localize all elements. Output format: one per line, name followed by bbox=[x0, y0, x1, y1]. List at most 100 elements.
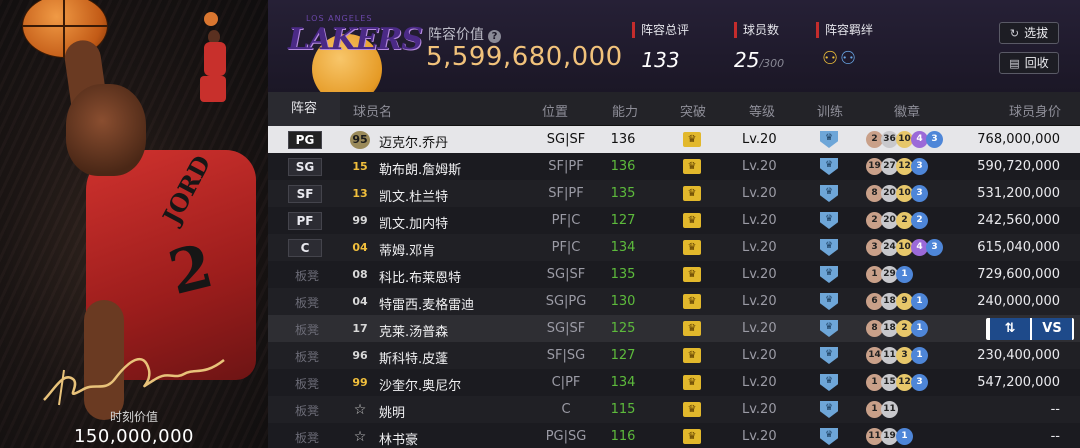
training-shield-icon[interactable]: ♛ bbox=[820, 212, 838, 229]
player-price: 240,000,000 bbox=[977, 294, 1060, 309]
compare-widget[interactable]: ⇅ VS bbox=[986, 318, 1074, 340]
player-name[interactable]: 凯文.加内特 bbox=[379, 213, 448, 232]
table-row[interactable]: SG 15 勒布朗.詹姆斯 SF|PF 136 ♛ Lv.20 ♛ 19 27 12 3 590,720… bbox=[268, 153, 1080, 180]
badge-group[interactable]: 6 18 9 1 bbox=[866, 293, 928, 311]
table-row[interactable]: 板凳 96 斯科特.皮蓬 SF|SG 127 ♛ Lv.20 ♛ 14 11 3 1 230,400,0… bbox=[268, 342, 1080, 369]
bench-slot-label: 板凳 bbox=[295, 404, 320, 418]
badge-count: 11 bbox=[881, 401, 898, 418]
player-price: 729,600,000 bbox=[977, 267, 1060, 282]
overall-stat: 阵容总评 133 bbox=[632, 22, 689, 72]
overall-label: 阵容总评 bbox=[632, 22, 689, 38]
breakthrough-crown-icon[interactable]: ♛ bbox=[683, 348, 701, 363]
legend-card[interactable]: JORD 2 时刻价值 150,000,000 bbox=[0, 0, 268, 448]
badge-group[interactable]: 19 27 12 3 bbox=[866, 158, 928, 176]
badge-group[interactable]: 11 19 1 bbox=[866, 428, 913, 446]
swap-icon[interactable]: ⇅ bbox=[990, 318, 1030, 340]
mini-player-figure bbox=[196, 12, 232, 108]
player-ability: 130 bbox=[610, 294, 636, 309]
training-shield-icon[interactable]: ♛ bbox=[820, 158, 838, 175]
player-name[interactable]: 林书豪 bbox=[379, 429, 418, 448]
training-shield-icon[interactable]: ♛ bbox=[820, 428, 838, 445]
col-lineup[interactable]: 阵容 bbox=[268, 92, 340, 126]
recycle-icon: ▤ bbox=[1009, 57, 1020, 70]
training-shield-icon[interactable]: ♛ bbox=[820, 401, 838, 418]
table-row[interactable]: SF 13 凯文.杜兰特 SF|PF 135 ♛ Lv.20 ♛ 8 20 10 3 531,200,0… bbox=[268, 180, 1080, 207]
badge-group[interactable]: 2 36 10 4 3 bbox=[866, 131, 943, 149]
table-row[interactable]: 板凳 99 沙奎尔.奥尼尔 C|PF 134 ♛ Lv.20 ♛ 1 15 12 3 547,200,0… bbox=[268, 369, 1080, 396]
table-row[interactable]: 板凳 ☆ 姚明 C 115 ♛ Lv.20 ♛ 1 11 -- bbox=[268, 396, 1080, 423]
table-row[interactable]: 板凳 08 科比.布莱恩特 SG|SF 135 ♛ Lv.20 ♛ 1 29 1 729,600,00… bbox=[268, 261, 1080, 288]
table-row[interactable]: PG 95 迈克尔.乔丹 SG|SF 136 ♛ Lv.20 ♛ 2 36 10 4 3 768,000,… bbox=[268, 126, 1080, 153]
breakthrough-crown-icon[interactable]: ♛ bbox=[683, 375, 701, 390]
breakthrough-crown-icon[interactable]: ♛ bbox=[683, 402, 701, 417]
select-button-label: 选拔 bbox=[1024, 26, 1049, 40]
team-logo: LOS ANGELES LAKERS bbox=[288, 12, 423, 104]
col-breakthrough[interactable]: 突破 bbox=[680, 101, 706, 120]
breakthrough-crown-icon[interactable]: ♛ bbox=[683, 429, 701, 444]
player-name[interactable]: 科比.布莱恩特 bbox=[379, 267, 461, 286]
table-row[interactable]: 板凳 17 克莱.汤普森 SG|SF 125 ♛ Lv.20 ♛ 8 18 2 1 ⇅ VS bbox=[268, 315, 1080, 342]
player-name[interactable]: 沙奎尔.奥尼尔 bbox=[379, 375, 461, 394]
player-name[interactable]: 蒂姆.邓肯 bbox=[379, 240, 435, 259]
badge-group[interactable]: 8 18 2 1 bbox=[866, 320, 928, 338]
player-price: 768,000,000 bbox=[977, 132, 1060, 147]
breakthrough-crown-icon[interactable]: ♛ bbox=[683, 186, 701, 201]
training-shield-icon[interactable]: ♛ bbox=[820, 131, 838, 148]
bond-blue-icon[interactable]: ⚇ bbox=[840, 48, 858, 69]
col-player-name[interactable]: 球员名 bbox=[353, 101, 392, 120]
table-row[interactable]: 板凳 ☆ 林书豪 PG|SG 116 ♛ Lv.20 ♛ 11 19 1 -- bbox=[268, 423, 1080, 448]
col-position[interactable]: 位置 bbox=[542, 101, 568, 120]
player-name[interactable]: 姚明 bbox=[379, 402, 405, 421]
badge-group[interactable]: 8 20 10 3 bbox=[866, 185, 928, 203]
table-row[interactable]: 板凳 04 特雷西.麦格雷迪 SG|PG 130 ♛ Lv.20 ♛ 6 18 9 1 240,000,… bbox=[268, 288, 1080, 315]
badge-group[interactable]: 1 11 bbox=[866, 401, 898, 419]
breakthrough-crown-icon[interactable]: ♛ bbox=[683, 267, 701, 282]
players-label: 球员数 bbox=[734, 22, 784, 38]
breakthrough-crown-icon[interactable]: ♛ bbox=[683, 132, 701, 147]
badge-group[interactable]: 14 11 3 1 bbox=[866, 347, 928, 365]
training-shield-icon[interactable]: ♛ bbox=[820, 185, 838, 202]
badge-group[interactable]: 2 20 2 2 bbox=[866, 212, 928, 230]
player-name[interactable]: 凯文.杜兰特 bbox=[379, 186, 448, 205]
player-name[interactable]: 斯科特.皮蓬 bbox=[379, 348, 448, 367]
roster-table: 阵容 球员名 位置 能力 突破 等级 训练 徽章 球员身价 PG 95 迈克尔.乔丹… bbox=[268, 92, 1080, 448]
badge-group[interactable]: 1 29 1 bbox=[866, 266, 913, 284]
badge-group[interactable]: 3 24 10 4 3 bbox=[866, 239, 943, 257]
breakthrough-crown-icon[interactable]: ♛ bbox=[683, 159, 701, 174]
player-name[interactable]: 迈克尔.乔丹 bbox=[379, 132, 448, 151]
breakthrough-crown-icon[interactable]: ♛ bbox=[683, 213, 701, 228]
breakthrough-crown-icon[interactable]: ♛ bbox=[683, 294, 701, 309]
player-position: SF|PF bbox=[548, 186, 584, 201]
training-shield-icon[interactable]: ♛ bbox=[820, 374, 838, 391]
recycle-button[interactable]: ▤ 回收 bbox=[999, 52, 1059, 74]
col-training[interactable]: 训练 bbox=[817, 101, 843, 120]
badge-group[interactable]: 1 15 12 3 bbox=[866, 374, 928, 392]
player-name[interactable]: 勒布朗.詹姆斯 bbox=[379, 159, 461, 178]
table-row[interactable]: C 04 蒂姆.邓肯 PF|C 134 ♛ Lv.20 ♛ 3 24 10 4 3 615,040,000 bbox=[268, 234, 1080, 261]
training-shield-icon[interactable]: ♛ bbox=[820, 347, 838, 364]
vs-button[interactable]: VS bbox=[1032, 318, 1072, 340]
training-shield-icon[interactable]: ♛ bbox=[820, 293, 838, 310]
players-max: /300 bbox=[759, 57, 785, 70]
col-price[interactable]: 球员身价 bbox=[1009, 101, 1061, 120]
breakthrough-crown-icon[interactable]: ♛ bbox=[683, 321, 701, 336]
training-shield-icon[interactable]: ♛ bbox=[820, 266, 838, 283]
player-position: PF|C bbox=[551, 213, 581, 228]
select-button[interactable]: ↻ 选拔 bbox=[999, 22, 1059, 44]
player-name[interactable]: 特雷西.麦格雷迪 bbox=[379, 294, 474, 313]
breakthrough-crown-icon[interactable]: ♛ bbox=[683, 240, 701, 255]
col-badges[interactable]: 徽章 bbox=[894, 101, 920, 120]
training-shield-icon[interactable]: ♛ bbox=[820, 320, 838, 337]
player-name[interactable]: 克莱.汤普森 bbox=[379, 321, 448, 340]
col-level[interactable]: 等级 bbox=[749, 101, 775, 120]
player-ability: 116 bbox=[610, 429, 636, 444]
player-level: Lv.20 bbox=[742, 159, 777, 174]
player-rating-badge: 99 bbox=[352, 214, 368, 227]
bond-icons[interactable]: ⚇ ⚇ bbox=[822, 48, 858, 69]
player-level: Lv.20 bbox=[742, 348, 777, 363]
training-shield-icon[interactable]: ♛ bbox=[820, 239, 838, 256]
bond-gold-icon[interactable]: ⚇ bbox=[822, 48, 840, 69]
col-ability[interactable]: 能力 bbox=[612, 101, 638, 120]
table-row[interactable]: PF 99 凯文.加内特 PF|C 127 ♛ Lv.20 ♛ 2 20 2 2 242,560,000 bbox=[268, 207, 1080, 234]
bench-slot-label: 板凳 bbox=[295, 377, 320, 391]
